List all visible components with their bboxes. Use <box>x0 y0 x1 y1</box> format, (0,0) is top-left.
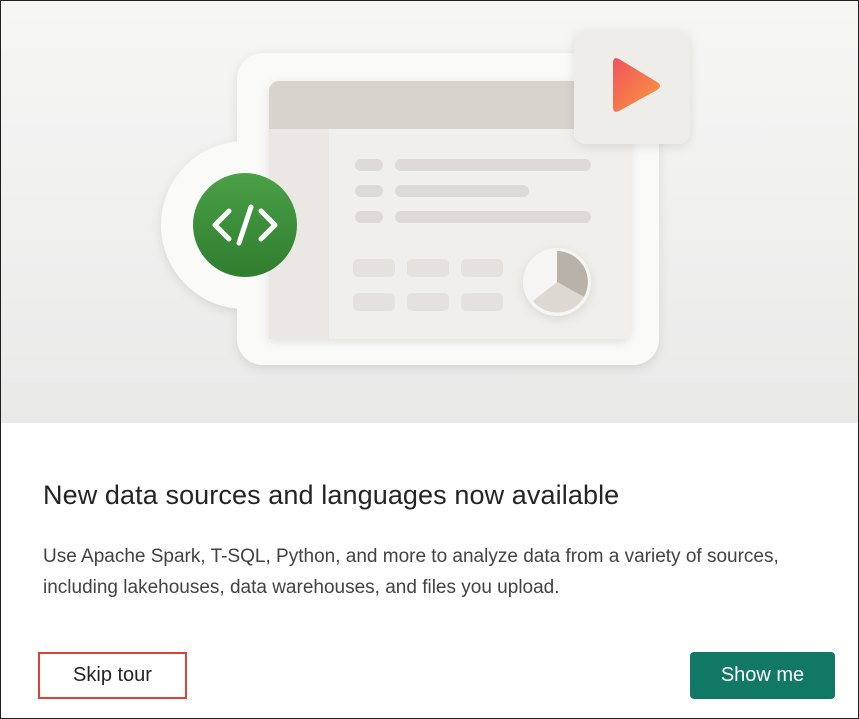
show-me-button[interactable]: Show me <box>690 652 835 699</box>
pie-chart-icon <box>523 248 591 316</box>
illustration-graphic <box>161 30 690 365</box>
hero-illustration <box>1 1 858 423</box>
dialog-title: New data sources and languages now avail… <box>43 480 620 510</box>
tour-dialog: New data sources and languages now avail… <box>0 0 859 719</box>
dialog-description: Use Apache Spark, T-SQL, Python, and mor… <box>43 546 779 598</box>
code-icon <box>193 173 297 277</box>
skip-tour-button[interactable]: Skip tour <box>38 652 187 699</box>
